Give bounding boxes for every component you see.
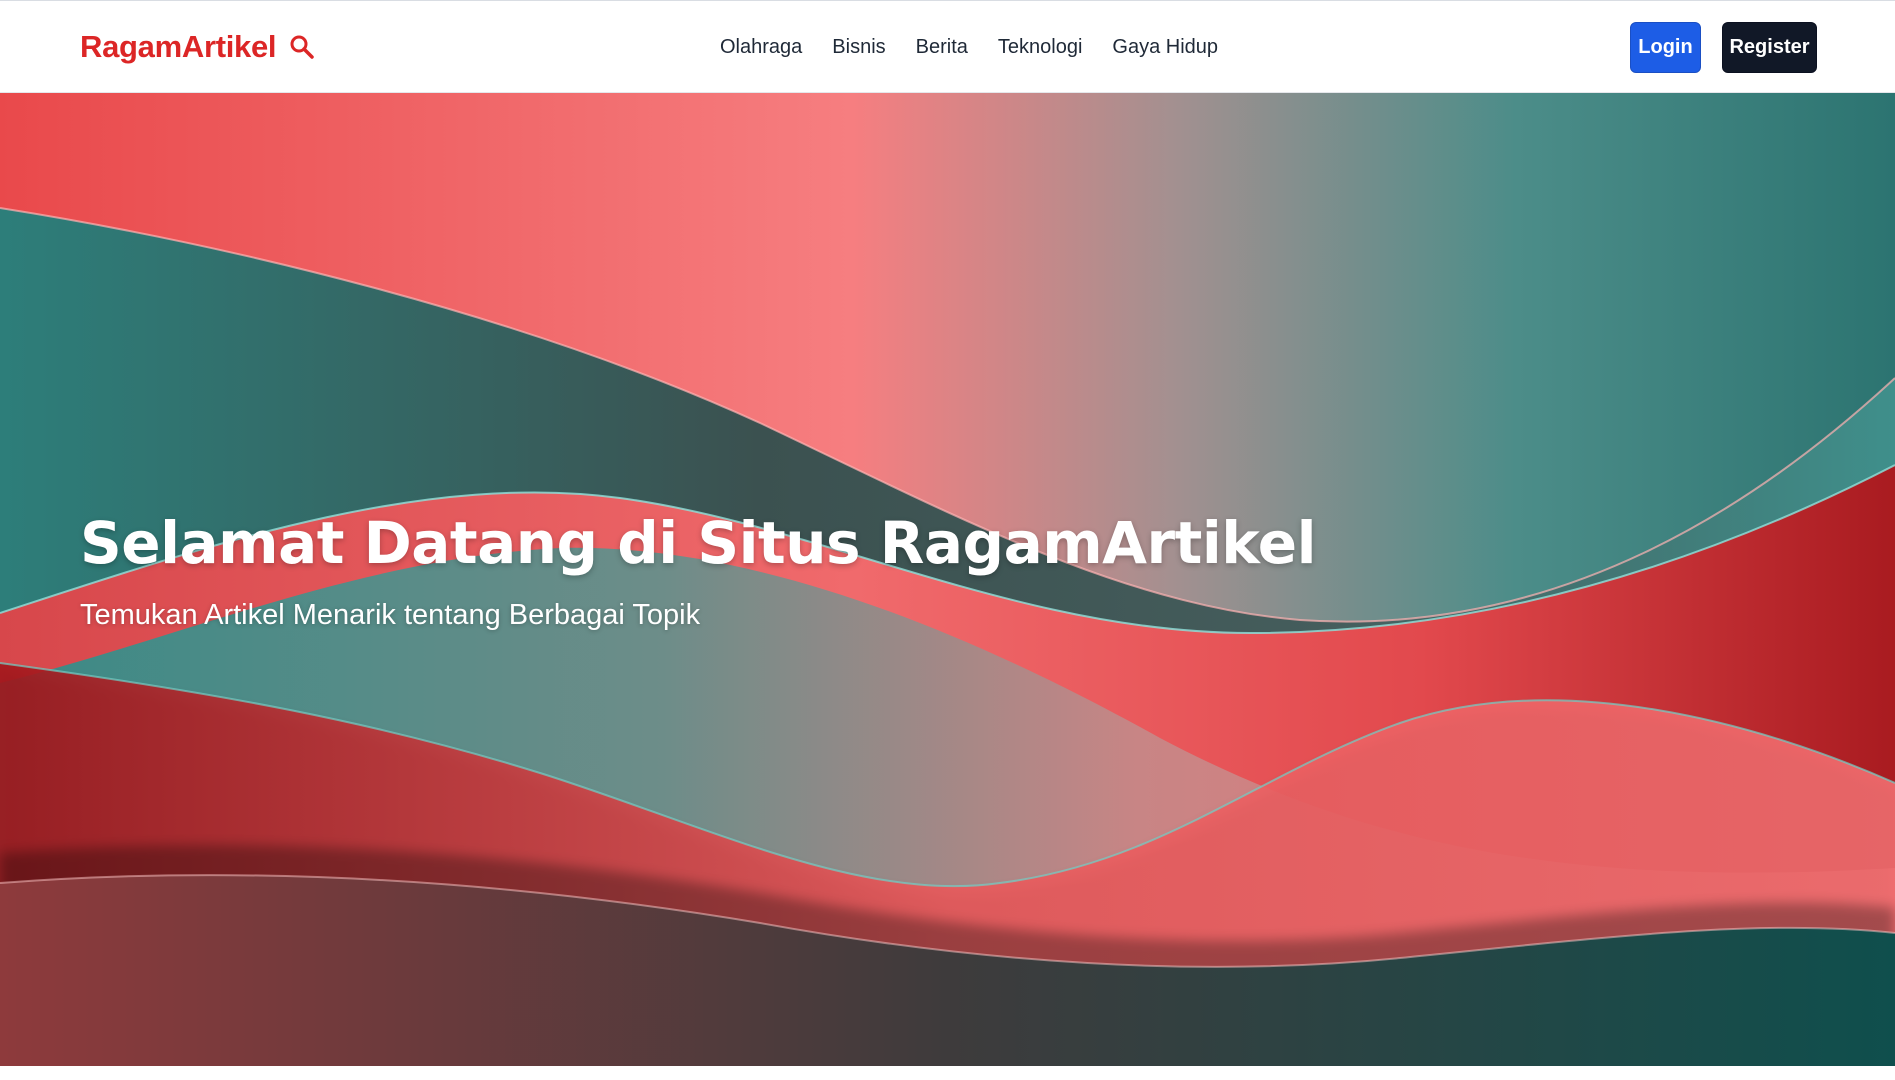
brand-name: RagamArtikel bbox=[80, 29, 277, 64]
nav-link-olahraga[interactable]: Olahraga bbox=[720, 34, 802, 60]
nav-link-gaya-hidup[interactable]: Gaya Hidup bbox=[1112, 34, 1218, 60]
hero-subtitle: Temukan Artikel Menarik tentang Berbagai… bbox=[80, 599, 701, 631]
page-bottom-edge bbox=[0, 1066, 1895, 1080]
search-icon[interactable] bbox=[288, 33, 316, 61]
main-nav: Olahraga Bisnis Berita Teknologi Gaya Hi… bbox=[720, 34, 1248, 60]
nav-link-teknologi[interactable]: Teknologi bbox=[998, 34, 1083, 60]
top-navbar: RagamArtikel Olahraga Bisnis Berita Tekn… bbox=[0, 0, 1895, 93]
register-button[interactable]: Register bbox=[1722, 22, 1817, 73]
hero-banner: Selamat Datang di Situs RagamArtikel Tem… bbox=[0, 93, 1895, 1066]
brand-logo-link[interactable]: RagamArtikel bbox=[80, 29, 316, 65]
nav-link-bisnis[interactable]: Bisnis bbox=[832, 34, 885, 60]
hero-title: Selamat Datang di Situs RagamArtikel bbox=[80, 509, 1316, 577]
hero-wave-background bbox=[0, 93, 1895, 1066]
login-button[interactable]: Login bbox=[1630, 22, 1701, 73]
nav-link-berita[interactable]: Berita bbox=[916, 34, 968, 60]
